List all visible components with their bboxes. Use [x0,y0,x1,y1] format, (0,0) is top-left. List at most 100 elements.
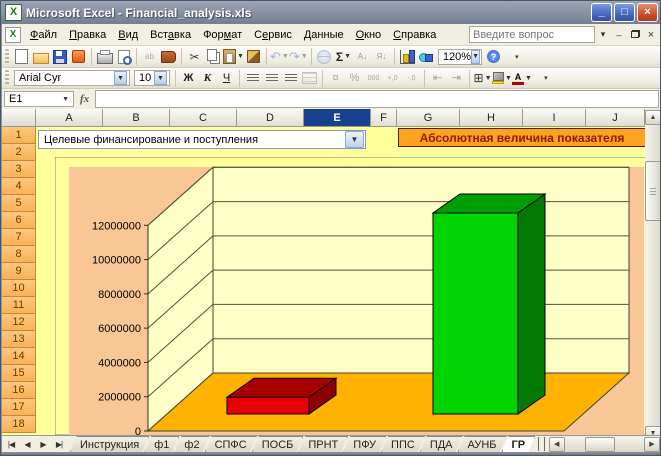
font-size-combo-dropdown-icon[interactable]: ▼ [154,71,167,85]
menu-Формат[interactable]: Формат [197,26,248,44]
row-header-18[interactable]: 18 [2,416,36,433]
zoom-combo[interactable]: 120% ▼ [437,48,482,65]
bar-front-face[interactable] [226,396,310,415]
scroll-down-button[interactable]: ▼ [645,426,660,435]
metric-combobox[interactable]: Целевые финансирование и поступления ▼ [38,130,366,149]
print-icon[interactable] [95,48,114,66]
sheet-tab-ГР[interactable]: ГР [502,436,536,452]
row-header-16[interactable]: 16 [2,382,36,399]
first-sheet-button[interactable]: |◀ [3,437,19,452]
autosum-icon-dropdown-icon[interactable]: ▼ [344,53,351,60]
vertical-scrollbar[interactable]: ▲ ▼ [645,109,660,435]
name-box-dropdown-icon[interactable]: ▼ [62,96,69,103]
column-header-J[interactable]: J [586,109,645,127]
vertical-scroll-thumb[interactable] [645,161,660,221]
workbook-restore-button[interactable] [627,28,643,42]
fill-color-icon[interactable]: ▼ [492,69,512,87]
sheet-tab-ППС[interactable]: ППС [381,436,425,452]
permission-icon[interactable] [69,48,88,66]
sheet-tab-ПРНТ[interactable]: ПРНТ [298,436,348,452]
workbook-minimize-button[interactable]: – [611,28,627,42]
tab-split-handle[interactable] [538,437,545,451]
align-center-icon[interactable] [262,69,281,87]
horizontal-scrollbar[interactable]: ◀ ▶ [548,436,660,452]
menu-Сервис[interactable]: Сервис [248,26,298,44]
copy-icon[interactable] [204,48,223,66]
font-name-combo[interactable]: Arial Cyr ▼ [14,70,130,86]
autosum-icon[interactable]: Σ ▼ [334,48,353,66]
minimize-button[interactable]: _ [591,3,612,22]
row-header-9[interactable]: 9 [2,263,36,280]
row-header-8[interactable]: 8 [2,246,36,263]
row-header-13[interactable]: 13 [2,331,36,348]
name-box[interactable]: E1 ▼ [4,91,74,107]
sheet-tab-СПФС[interactable]: СПФС [205,436,257,452]
column-header-E[interactable]: E [304,109,371,127]
column-header-G[interactable]: G [397,109,460,127]
open-icon[interactable] [31,48,50,66]
column-header-C[interactable]: C [170,109,237,127]
column-header-D[interactable]: D [237,109,304,127]
row-header-11[interactable]: 11 [2,297,36,314]
new-icon[interactable] [12,48,31,66]
formula-input[interactable] [95,90,659,108]
row-header-12[interactable]: 12 [2,314,36,331]
row-header-5[interactable]: 5 [2,195,36,212]
toolbar-options-button[interactable]: ▾ [507,48,526,66]
help-icon[interactable]: ? [484,48,503,66]
bar-side-face[interactable] [517,193,546,415]
bar-front-face[interactable] [432,212,519,415]
font-size-combo[interactable]: 10 ▼ [134,70,170,86]
embedded-3d-bar-chart[interactable]: 0 2000000 4000000 6000000 8000000 10000000 120… [55,157,647,435]
bold-icon[interactable]: Ж [179,69,198,87]
scroll-up-button[interactable]: ▲ [645,110,660,125]
font-color-icon[interactable]: А ▼ [511,69,532,87]
save-icon[interactable] [50,48,69,66]
row-header-10[interactable]: 10 [2,280,36,297]
column-header-F[interactable]: F [371,109,397,127]
menu-Правка[interactable]: Правка [63,26,112,44]
borders-icon-dropdown-icon[interactable]: ▼ [485,75,492,82]
row-header-1[interactable]: 1 [2,127,36,144]
align-left-icon[interactable] [243,69,262,87]
column-header-H[interactable]: H [460,109,523,127]
column-header-A[interactable]: A [36,109,103,127]
menu-Вставка[interactable]: Вставка [144,26,197,44]
zoom-combo-dropdown-icon[interactable]: ▼ [471,49,481,64]
underline-icon[interactable]: Ч [217,69,236,87]
menu-Вид[interactable]: Вид [112,26,144,44]
workbook-close-button[interactable]: × [643,27,659,43]
scroll-left-button[interactable]: ◀ [548,436,565,452]
italic-icon[interactable]: К [198,69,217,87]
row-header-4[interactable]: 4 [2,178,36,195]
row-header-7[interactable]: 7 [2,229,36,246]
font-color-icon-dropdown-icon[interactable]: ▼ [525,75,532,82]
print-preview-icon[interactable] [114,48,133,66]
insert-function-icon[interactable]: fx [74,93,95,105]
row-header-14[interactable]: 14 [2,348,36,365]
row-header-3[interactable]: 3 [2,161,36,178]
scroll-right-button[interactable]: ▶ [644,436,660,452]
row-header-15[interactable]: 15 [2,365,36,382]
sheet-tab-ф2[interactable]: ф2 [174,436,209,452]
sheet-tab-АУНБ[interactable]: АУНБ [458,436,507,452]
borders-icon[interactable]: ⊞ ▼ [473,69,492,87]
question-dropdown-icon[interactable]: ▾ [595,27,611,42]
row-header-6[interactable]: 6 [2,212,36,229]
menu-Справка[interactable]: Справка [387,26,442,44]
column-header-I[interactable]: I [523,109,586,127]
sheet-tab-ПДА[interactable]: ПДА [420,436,463,452]
chart-wizard-icon[interactable] [398,48,417,66]
align-right-icon[interactable] [281,69,300,87]
sheet-tab-ПОСБ[interactable]: ПОСБ [252,436,304,452]
format-painter-icon[interactable] [244,48,263,66]
cut-icon[interactable]: ✂ [185,48,204,66]
previous-sheet-button[interactable]: ◀ [19,437,35,452]
font-name-combo-dropdown-icon[interactable]: ▼ [114,71,127,85]
sheet-tab-Инструкция[interactable]: Инструкция [70,436,149,452]
combobox-dropdown-icon[interactable]: ▼ [345,131,364,148]
toolbar-grip[interactable] [5,70,9,86]
maximize-button[interactable]: □ [614,3,635,22]
select-all-corner[interactable] [2,109,36,127]
fill-color-icon-dropdown-icon[interactable]: ▼ [505,75,512,82]
